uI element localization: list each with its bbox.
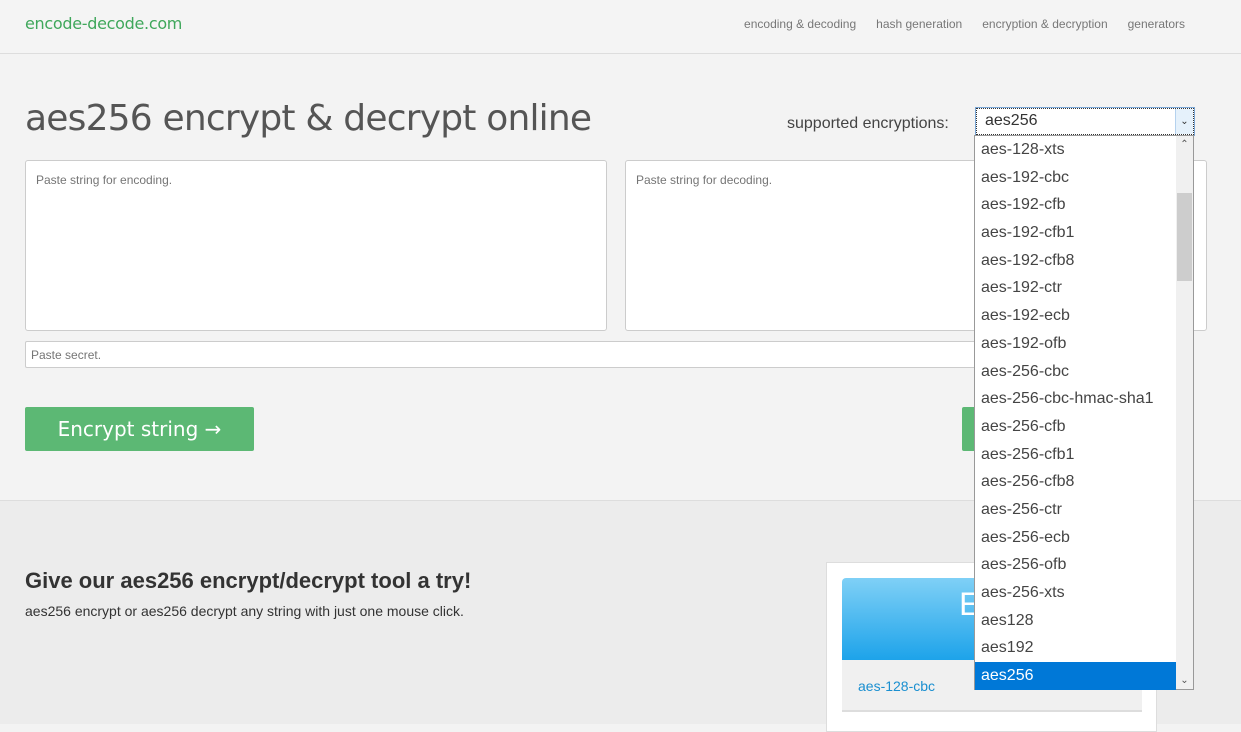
nav: encoding & decoding hash generation encr… xyxy=(744,17,1185,31)
dropdown-option[interactable]: aes-256-cbc-hmac-sha1 xyxy=(975,385,1176,413)
chevron-down-icon[interactable]: ⌄ xyxy=(1175,109,1193,134)
dropdown-option[interactable]: aes-256-xts xyxy=(975,579,1176,607)
dropdown-option[interactable]: aes-256-cfb1 xyxy=(975,441,1176,469)
dropdown-option[interactable]: aes-192-ctr xyxy=(975,274,1176,302)
supported-encryptions-label: supported encryptions: xyxy=(787,115,949,132)
encrypt-button[interactable]: Encrypt string → xyxy=(25,407,254,451)
dropdown-option[interactable]: aes-192-ecb xyxy=(975,302,1176,330)
dropdown-option[interactable]: aes256 xyxy=(975,662,1176,690)
section-heading: Give our aes256 encrypt/decrypt tool a t… xyxy=(25,568,472,593)
dropdown-option[interactable]: aes-192-ofb xyxy=(975,330,1176,358)
dropdown-option[interactable]: aes-256-ofb xyxy=(975,551,1176,579)
scrollbar-thumb[interactable] xyxy=(1177,193,1192,281)
dropdown-option[interactable]: aes-192-cfb xyxy=(975,191,1176,219)
encode-input[interactable] xyxy=(25,160,607,331)
nav-generators[interactable]: generators xyxy=(1128,17,1185,31)
nav-encryption-decryption[interactable]: encryption & decryption xyxy=(982,17,1107,31)
dropdown-option[interactable]: aes-256-cbc xyxy=(975,358,1176,386)
encryption-select[interactable]: aes256 ⌄ xyxy=(975,107,1195,136)
encryption-dropdown-list[interactable]: aes-128-xts aes-192-cbc aes-192-cfb aes-192… xyxy=(974,135,1194,690)
nav-encoding-decoding[interactable]: encoding & decoding xyxy=(744,17,856,31)
scroll-down-icon[interactable]: ⌄ xyxy=(1176,672,1193,689)
dropdown-option[interactable]: aes-256-ecb xyxy=(975,524,1176,552)
dropdown-option[interactable]: aes-256-cfb8 xyxy=(975,468,1176,496)
page-title: aes256 encrypt & decrypt online xyxy=(25,98,592,139)
dropdown-option[interactable]: aes-256-ctr xyxy=(975,496,1176,524)
section-subtext: aes256 encrypt or aes256 decrypt any str… xyxy=(25,603,464,619)
dropdown-option[interactable]: aes192 xyxy=(975,634,1176,662)
dropdown-option[interactable]: aes-256-cfb xyxy=(975,413,1176,441)
dropdown-option[interactable]: aes-192-cfb8 xyxy=(975,247,1176,275)
dropdown-scrollbar[interactable]: ⌃ ⌄ xyxy=(1176,136,1193,689)
dropdown-option[interactable]: aes-128-xts xyxy=(975,136,1176,164)
dropdown-option[interactable]: aes128 xyxy=(975,607,1176,635)
logo[interactable]: encode-decode.com xyxy=(25,14,182,33)
nav-hash-generation[interactable]: hash generation xyxy=(876,17,962,31)
dropdown-option[interactable]: aes-192-cfb1 xyxy=(975,219,1176,247)
select-value: aes256 xyxy=(985,112,1038,129)
header: encode-decode.com encoding & decoding ha… xyxy=(0,0,1241,54)
scroll-up-icon[interactable]: ⌃ xyxy=(1176,136,1193,153)
dropdown-option[interactable]: aes-192-cbc xyxy=(975,164,1176,192)
